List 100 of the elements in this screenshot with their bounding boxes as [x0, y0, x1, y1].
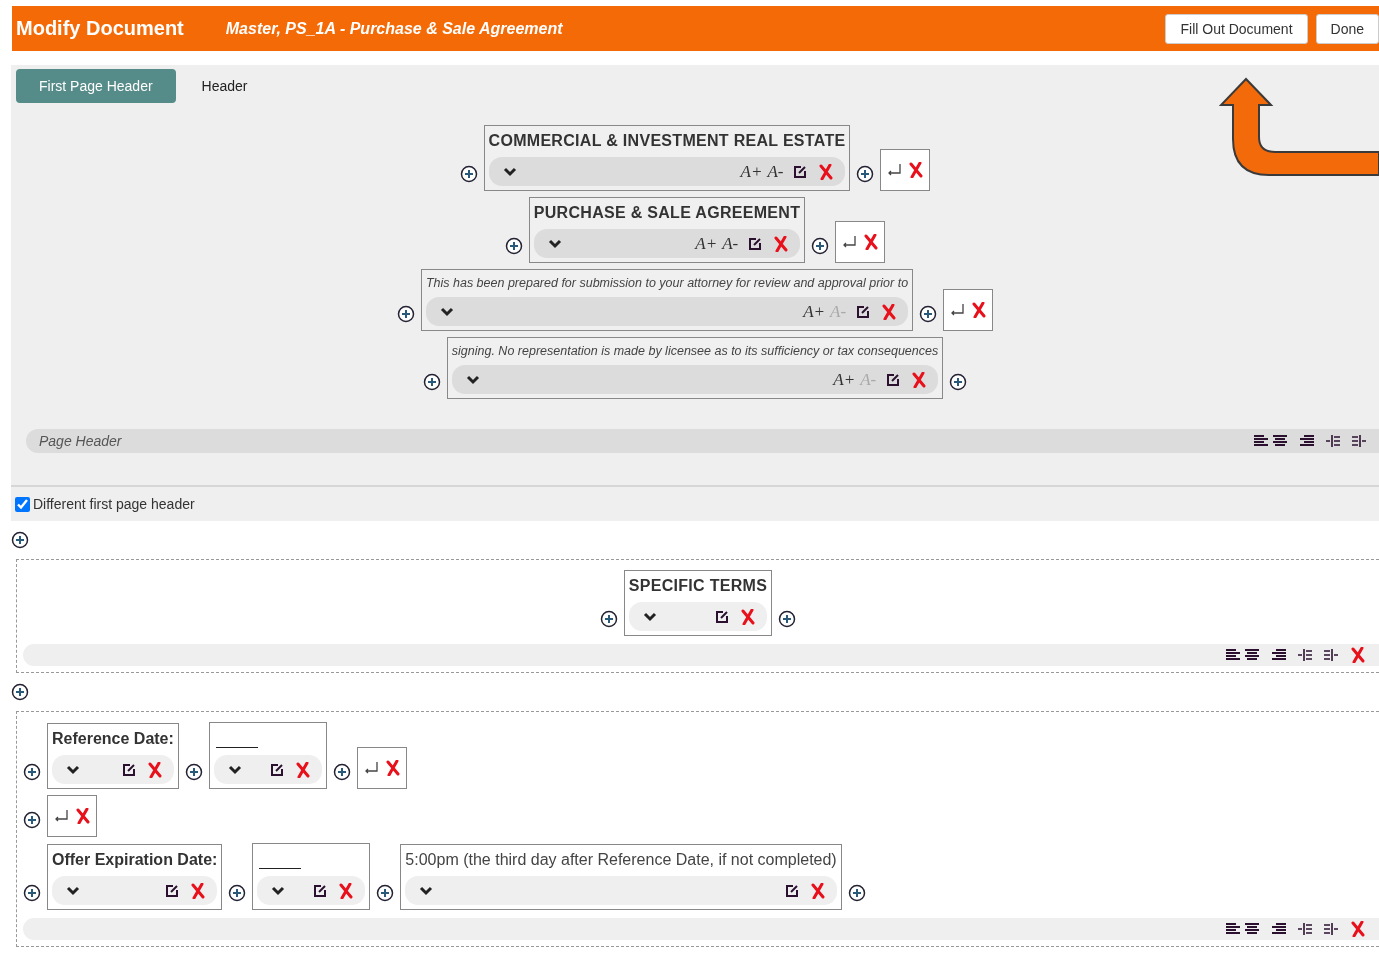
delete-icon[interactable]: [882, 303, 897, 320]
add-icon[interactable]: [599, 610, 618, 628]
font-shrink-button[interactable]: A-: [767, 161, 784, 182]
text-block[interactable]: PURCHASE & SALE AGREEMENT A+ A-: [528, 197, 806, 263]
add-icon[interactable]: [11, 531, 29, 549]
edit-icon[interactable]: [783, 882, 800, 899]
block-text: PURCHASE & SALE AGREEMENT: [533, 204, 801, 222]
edit-icon[interactable]: [792, 163, 809, 180]
align-right-icon[interactable]: [1271, 648, 1287, 662]
add-icon[interactable]: [422, 373, 441, 391]
delete-icon[interactable]: [1351, 647, 1365, 663]
chevron-icon[interactable]: [66, 885, 80, 896]
chevron-icon[interactable]: [439, 306, 454, 317]
add-icon[interactable]: [856, 165, 875, 183]
edit-icon[interactable]: [714, 608, 731, 625]
block-text: Reference Date:: [52, 730, 174, 748]
text-block[interactable]: Reference Date:: [47, 723, 179, 789]
delete-icon[interactable]: [1351, 921, 1365, 937]
tab[interactable]: First Page Header: [16, 69, 176, 103]
align-left-icon[interactable]: [1225, 648, 1261, 662]
line-break-block[interactable]: [880, 149, 931, 191]
text-block[interactable]: SPECIFIC TERMS: [623, 570, 773, 636]
line-break-icon: [363, 761, 380, 775]
fill-out-document-button[interactable]: Fill Out Document: [1165, 13, 1308, 44]
delete-icon[interactable]: [864, 234, 879, 250]
line-break-block[interactable]: [943, 289, 994, 331]
font-grow-button[interactable]: A+: [833, 369, 856, 390]
outdent-icon[interactable]: [1351, 434, 1367, 448]
edit-icon[interactable]: [268, 761, 285, 778]
align-right-icon[interactable]: [1299, 434, 1315, 448]
delete-icon[interactable]: [76, 808, 90, 824]
delete-icon[interactable]: [774, 235, 789, 252]
font-grow-button[interactable]: A+: [695, 233, 718, 254]
outdent-icon[interactable]: [1323, 922, 1339, 936]
text-block[interactable]: 5:00pm (the third day after Reference Date, if not completed): [400, 844, 842, 910]
delete-icon[interactable]: [295, 761, 310, 778]
chevron-icon[interactable]: [419, 885, 434, 896]
font-shrink-button[interactable]: A-: [722, 233, 739, 254]
add-icon[interactable]: [23, 811, 41, 829]
font-grow-button[interactable]: A+: [740, 161, 763, 182]
indent-icon[interactable]: [1297, 922, 1313, 936]
align-left-icon[interactable]: [1253, 434, 1289, 448]
indent-icon[interactable]: [1297, 648, 1313, 662]
add-icon[interactable]: [332, 763, 351, 781]
add-icon[interactable]: [949, 373, 968, 391]
text-block[interactable]: COMMERCIAL & INVESTMENT REAL ESTATE A+ A-: [483, 125, 851, 191]
block-text: signing. No representation is made by licensee as to its sufficiency or tax consequences: [451, 344, 939, 358]
text-block[interactable]: [252, 843, 371, 910]
delete-icon[interactable]: [385, 760, 400, 776]
indent-icon[interactable]: [1325, 434, 1341, 448]
align-right-icon[interactable]: [1271, 922, 1287, 936]
delete-icon[interactable]: [147, 761, 162, 778]
add-icon[interactable]: [11, 683, 29, 701]
add-icon[interactable]: [504, 237, 523, 255]
edit-icon[interactable]: [120, 761, 137, 778]
add-icon[interactable]: [23, 763, 41, 781]
page-header-placeholder: Page Header: [39, 433, 122, 449]
add-icon[interactable]: [811, 237, 830, 255]
add-icon[interactable]: [228, 884, 247, 902]
edit-icon[interactable]: [164, 882, 181, 899]
delete-icon[interactable]: [810, 882, 825, 899]
delete-icon[interactable]: [972, 302, 987, 318]
edit-icon[interactable]: [885, 371, 902, 388]
edit-icon[interactable]: [747, 235, 764, 252]
checkbox[interactable]: [15, 496, 30, 512]
chevron-icon[interactable]: [502, 166, 517, 177]
add-icon[interactable]: [376, 884, 395, 902]
line-break-block[interactable]: [835, 221, 886, 263]
line-break-block[interactable]: [356, 747, 407, 789]
font-grow-button[interactable]: A+: [803, 301, 826, 322]
chevron-icon[interactable]: [547, 238, 562, 249]
delete-icon[interactable]: [191, 882, 206, 899]
chevron-icon[interactable]: [465, 374, 480, 385]
chevron-icon[interactable]: [271, 885, 286, 896]
add-icon[interactable]: [847, 884, 866, 902]
delete-icon[interactable]: [741, 608, 756, 625]
edit-icon[interactable]: [312, 882, 329, 899]
text-block[interactable]: Offer Expiration Date:: [47, 844, 223, 910]
add-icon[interactable]: [919, 305, 938, 323]
align-left-icon[interactable]: [1225, 922, 1261, 936]
add-icon[interactable]: [778, 610, 797, 628]
chevron-icon[interactable]: [227, 764, 242, 775]
delete-icon[interactable]: [819, 163, 834, 180]
page-header-bar[interactable]: Page Header: [26, 429, 1379, 453]
block-text: COMMERCIAL & INVESTMENT REAL ESTATE: [488, 132, 846, 150]
add-icon[interactable]: [459, 165, 478, 183]
done-button[interactable]: Done: [1315, 13, 1379, 44]
outdent-icon[interactable]: [1323, 648, 1339, 662]
delete-icon[interactable]: [339, 882, 354, 899]
delete-icon[interactable]: [912, 371, 927, 388]
chevron-icon[interactable]: [66, 764, 80, 775]
text-block[interactable]: [208, 722, 327, 789]
tab[interactable]: Header: [201, 69, 248, 103]
add-icon[interactable]: [184, 763, 203, 781]
chevron-icon[interactable]: [642, 611, 657, 622]
edit-icon[interactable]: [855, 303, 872, 320]
add-icon[interactable]: [23, 884, 41, 902]
add-icon[interactable]: [396, 305, 415, 323]
line-break-block[interactable]: [47, 795, 97, 837]
delete-icon[interactable]: [909, 162, 924, 178]
